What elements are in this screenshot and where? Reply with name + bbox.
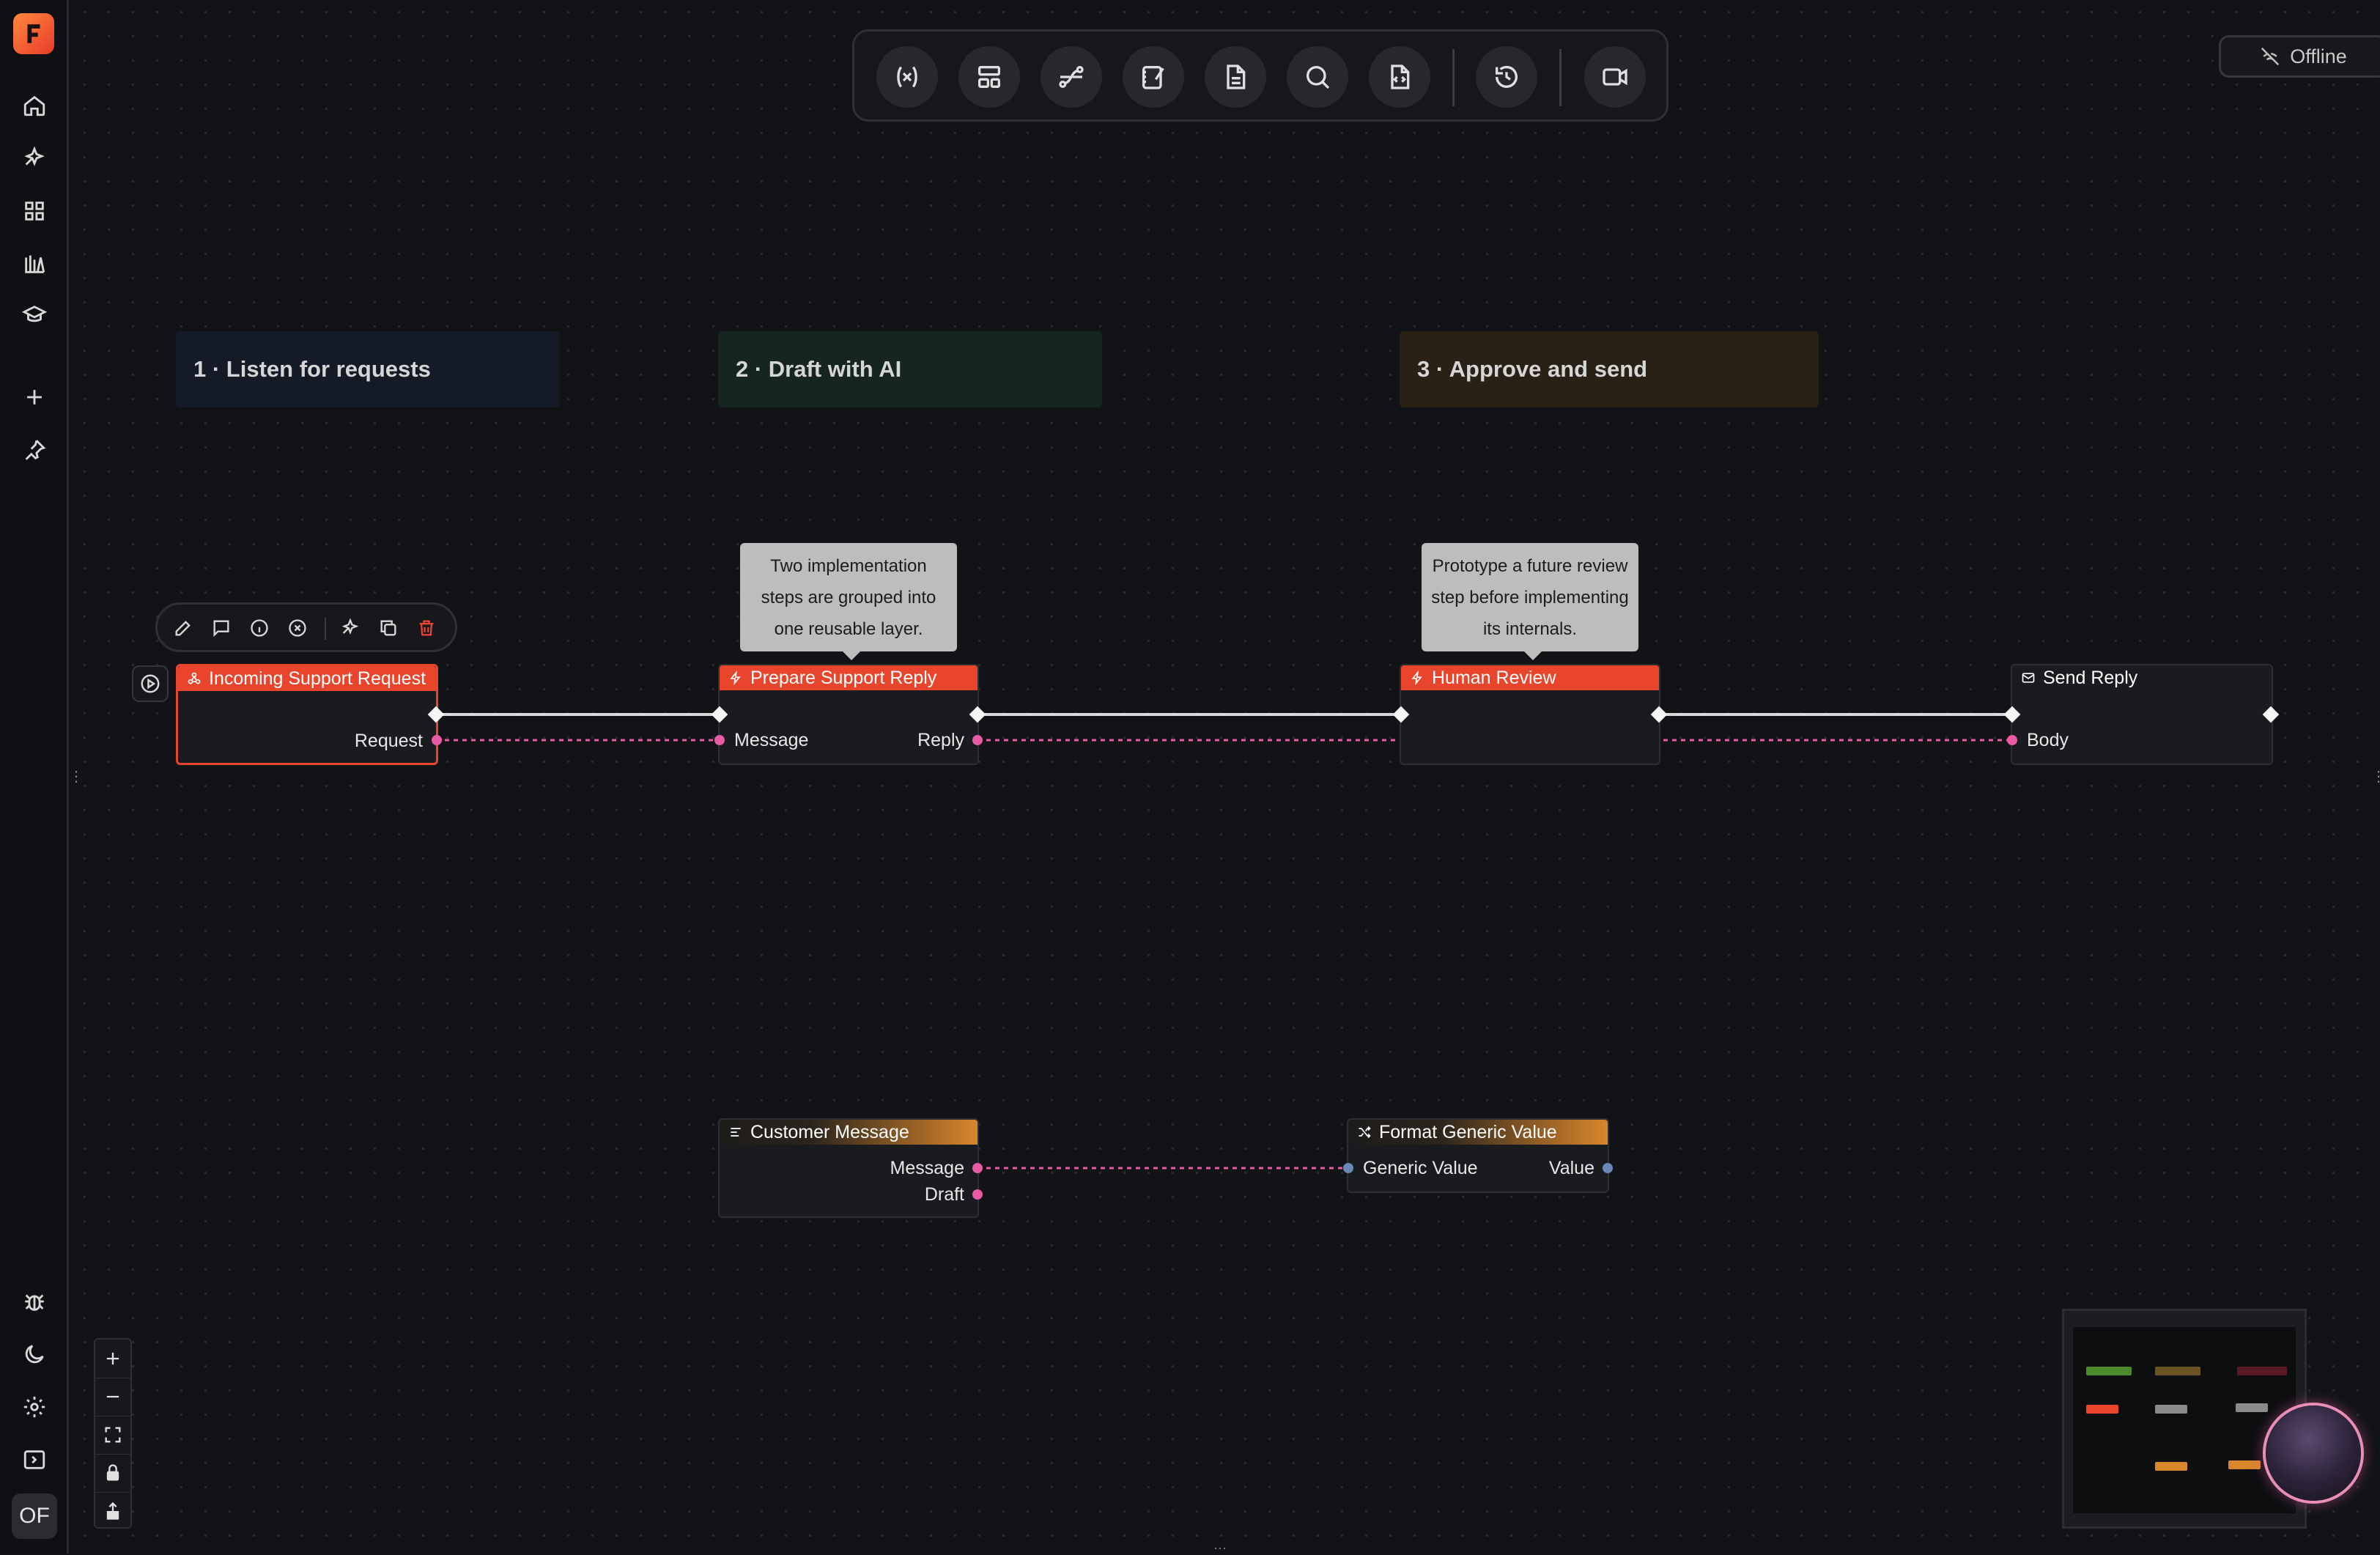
minimap-node [2155,1405,2187,1414]
node-format-generic-value[interactable]: Format Generic Value Generic Value Value [1347,1118,1609,1193]
node-title: Prepare Support Reply [750,667,937,688]
node-send-reply[interactable]: Send Reply Body [2011,664,2273,765]
minimap-node [2228,1460,2261,1469]
mail-icon [2022,673,2035,683]
minimap-node [2155,1462,2187,1471]
port-label: Message [890,1158,964,1178]
node-header[interactable]: Incoming Support Request [178,666,436,691]
run-node-button[interactable] [132,665,169,702]
minimap-node [2237,1367,2287,1375]
node-title: Human Review [1432,667,1556,688]
webhook-icon [188,672,201,684]
info-icon[interactable] [247,616,272,640]
draft-out-pin[interactable] [972,1189,983,1200]
comment-icon[interactable] [209,616,234,640]
ai-sparkle-icon[interactable] [338,616,363,640]
node-human-review[interactable]: Human Review [1400,664,1660,765]
shuffle-icon [1359,1126,1371,1139]
minimap-node [2155,1367,2200,1375]
duplicate-icon[interactable] [376,616,401,640]
node-title: Send Reply [2043,667,2138,688]
port-label: Value [1548,1158,1594,1178]
port-label: Reply [917,730,964,750]
node-incoming-support-request[interactable]: Incoming Support Request Request [176,664,438,765]
assistant-orb-button[interactable] [2266,1406,2361,1501]
zoom-in-button[interactable] [95,1340,130,1378]
node-header[interactable]: Prepare Support Reply [720,665,978,690]
node-title: Format Generic Value [1379,1121,1557,1142]
toolbar-divider [325,618,326,640]
reply-out-pin[interactable] [972,735,983,745]
message-out-pin[interactable] [972,1163,983,1173]
node-customer-message[interactable]: Customer Message Message Draft [718,1118,979,1218]
node-header[interactable]: Human Review [1401,665,1659,690]
minimap-node [2236,1403,2268,1412]
port-label: Body [2027,730,2069,750]
value-out-pin[interactable] [1603,1163,1613,1173]
port-label: Generic Value [1363,1158,1478,1178]
bolt-icon [730,671,741,685]
port-label: Message [734,730,809,750]
port-label: Request [354,731,423,751]
node-prepare-support-reply[interactable]: Prepare Support Reply Message Reply [718,664,979,765]
edit-icon[interactable] [171,616,196,640]
disable-icon[interactable] [285,616,310,640]
node-header[interactable]: Format Generic Value [1348,1120,1608,1145]
node-title: Customer Message [750,1121,909,1142]
node-title: Incoming Support Request [209,668,426,689]
generic-value-in-pin[interactable] [1343,1163,1353,1173]
node-header[interactable]: Send Reply [2012,665,2272,690]
bolt-icon [1411,671,1422,685]
text-lines-icon [731,1128,741,1137]
zoom-out-button[interactable] [95,1378,130,1417]
node-toolbar [155,602,457,652]
node-header[interactable]: Customer Message [720,1120,978,1145]
minimap-viewport [2073,1327,2296,1513]
play-icon [141,674,160,693]
minimap-node [2086,1405,2118,1414]
share-button[interactable] [95,1492,130,1530]
body-in-pin[interactable] [2007,735,2017,745]
request-out-pin[interactable] [432,735,442,745]
minimap-node [2086,1367,2132,1375]
delete-icon[interactable] [414,616,439,640]
edges-layer [436,713,2012,1170]
minimap[interactable] [2062,1309,2307,1529]
zoom-controls [94,1338,132,1529]
port-label: Draft [924,1184,964,1205]
lock-button[interactable] [95,1454,130,1493]
fit-view-button[interactable] [95,1416,130,1455]
message-in-pin[interactable] [714,735,725,745]
